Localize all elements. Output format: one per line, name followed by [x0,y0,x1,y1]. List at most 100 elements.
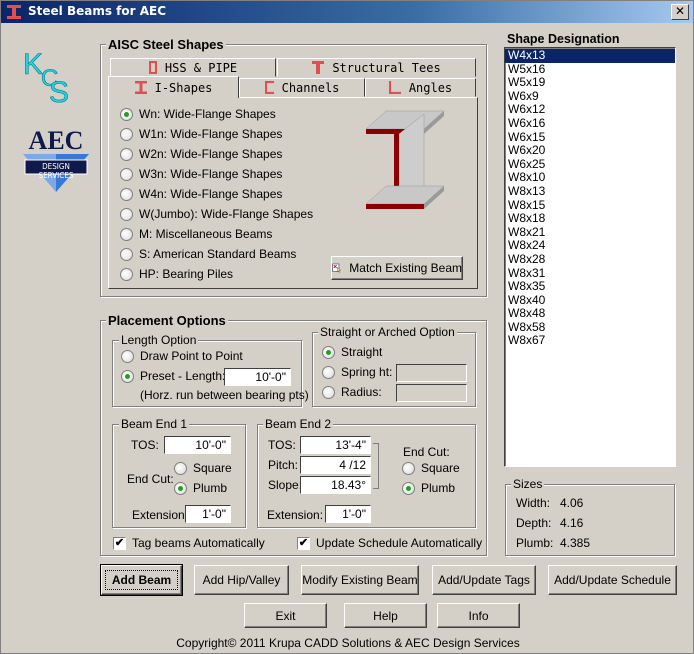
shape-list-item[interactable]: W6x9 [505,89,675,104]
shape-list-item[interactable]: W8x18 [505,212,675,226]
width-value: 4.06 [560,496,584,510]
shape-family-label: W(Jumbo): Wide-Flange Shapes [139,207,314,221]
tab-i-shapes[interactable]: I-Shapes [108,76,239,98]
end1-tos-input[interactable]: 10'-0" [164,436,231,454]
end2-square-radio[interactable]: Square [402,461,460,475]
end1-plumb-radio[interactable]: Plumb [174,481,227,495]
shape-list-item[interactable]: W6x16 [505,116,675,131]
end2-extension-input[interactable]: 1'-0" [325,505,371,523]
radio-indicator [120,147,133,161]
shape-family-radio[interactable]: W(Jumbo): Wide-Flange Shapes [120,207,313,221]
beam-end-2-title: Beam End 2 [263,417,334,431]
end2-tos-input[interactable]: 13'-4" [300,436,371,454]
shape-family-radio[interactable]: W2n: Wide-Flange Shapes [120,147,282,161]
shape-family-radio[interactable]: W3n: Wide-Flange Shapes [120,167,282,181]
end2-square-label: Square [421,461,460,475]
help-button[interactable]: Help [344,603,427,628]
shape-list-item[interactable]: W8x21 [505,225,675,240]
tag-beams-checkbox[interactable]: ✔ Tag beams Automatically [113,536,265,550]
radio-indicator [402,461,415,475]
exit-button[interactable]: Exit [244,603,327,628]
shape-list-item[interactable]: W6x20 [505,144,675,158]
modify-existing-beam-button[interactable]: Modify Existing Beam [301,565,419,595]
shape-list-item[interactable]: W8x35 [505,279,675,294]
tab-label: HSS & PIPE [164,60,238,75]
shape-designation-list[interactable]: W4x13 W5x16 W5x19 W6x9 W6x12 W6x16 W6x15 W6x20 W… [504,47,676,467]
draw-point-radio[interactable]: Draw Point to Point [121,349,243,363]
close-button[interactable]: ✕ [671,4,689,20]
radio-indicator [174,461,187,475]
shape-list-item[interactable]: W6x12 [505,103,675,117]
svg-text:K: K [23,48,43,81]
end1-square-radio[interactable]: Square [174,461,232,475]
preset-length-radio[interactable]: Preset - Length: [121,369,225,383]
copyright-text: Copyright© 2011 Krupa CADD Solutions & A… [176,636,520,650]
plumb-value: 4.385 [560,536,591,550]
radius-radio[interactable]: Radius: [322,385,382,399]
add-update-schedule-button[interactable]: Add/Update Schedule [548,565,677,595]
shape-list-item[interactable]: W4x13 [505,48,675,63]
app-icon [7,5,21,19]
shape-family-radio[interactable]: M: Miscellaneous Beams [120,227,272,241]
checkmark-icon: ✔ [113,536,126,550]
end1-plumb-label: Plumb [193,481,228,495]
tab-structural-tees[interactable]: Structural Tees [277,58,476,77]
title-bar: Steel Beams for AEC ✕ [1,1,693,23]
straight-radio[interactable]: Straight [322,345,382,359]
end1-extension-input[interactable]: 1'-0" [185,505,231,523]
shape-list-item[interactable]: W8x15 [505,198,675,213]
tab-angles[interactable]: Angles [365,78,476,97]
radio-indicator [120,227,133,241]
match-existing-beam-button[interactable]: Match Existing Beam [331,256,463,280]
end2-tos-label: TOS: [268,438,296,452]
shape-list-item[interactable]: W8x48 [505,307,675,321]
tab-label: Angles [408,80,453,95]
end2-slope-input[interactable]: 18.43° [300,476,371,494]
end2-plumb-radio[interactable]: Plumb [402,481,455,495]
i-shape-icon [134,81,147,94]
radius-input[interactable] [396,384,467,402]
aec-logo-text: AEC [28,126,84,155]
channel-icon [264,81,274,94]
shape-list-item[interactable]: W8x10 [505,171,675,185]
shape-list-item[interactable]: W6x25 [505,157,675,172]
shape-list-item[interactable]: W8x40 [505,293,675,308]
tab-hss-pipe[interactable]: HSS & PIPE [110,58,276,77]
spring-height-radio[interactable]: Spring ht: [322,365,392,379]
shape-designation-title: Shape Designation [507,32,620,46]
shape-list-item[interactable]: W8x28 [505,252,675,267]
sizes-title: Sizes [511,477,545,491]
radio-indicator [121,369,134,383]
shape-list-item[interactable]: W8x67 [505,334,675,348]
info-button[interactable]: Info [437,603,520,628]
shape-list-item[interactable]: W6x15 [505,130,675,145]
shape-family-radio[interactable]: W4n: Wide-Flange Shapes [120,187,282,201]
end2-slope-label: Slope: [268,478,303,492]
end1-tos-label: TOS: [131,438,159,452]
spring-height-input[interactable] [396,364,467,382]
straight-label: Straight [341,345,383,359]
end1-square-label: Square [193,461,232,475]
shape-list-item[interactable]: W8x31 [505,266,675,281]
tag-beams-label: Tag beams Automatically [132,536,265,550]
shape-family-radio[interactable]: W1n: Wide-Flange Shapes [120,127,282,141]
shape-list-item[interactable]: W8x13 [505,184,675,199]
shape-list-item[interactable]: W5x16 [505,62,675,77]
add-update-tags-button[interactable]: Add/Update Tags [432,565,536,595]
aisc-shapes-title: AISC Steel Shapes [106,37,226,52]
shape-list-item[interactable]: W8x58 [505,320,675,335]
shape-family-radio[interactable]: S: American Standard Beams [120,247,296,261]
preset-length-input[interactable]: 10'-0" [224,368,291,386]
shape-list-item[interactable]: W5x19 [505,76,675,90]
shape-list-item[interactable]: W8x24 [505,239,675,253]
add-beam-button[interactable]: Add Beam [100,564,183,596]
beam-end-1-title: Beam End 1 [119,417,190,431]
end2-pitch-input[interactable]: 4 /12 [300,456,371,474]
shape-family-radio[interactable]: HP: Bearing Piles [120,267,233,281]
add-hip-valley-button[interactable]: Add Hip/Valley [194,565,289,595]
length-option-title: Length Option [119,333,199,347]
tab-channels[interactable]: Channels [239,78,365,97]
update-schedule-checkbox[interactable]: ✔ Update Schedule Automatically [297,536,482,550]
shape-family-radio[interactable]: Wn: Wide-Flange Shapes [120,107,276,121]
angle-icon [388,81,401,94]
